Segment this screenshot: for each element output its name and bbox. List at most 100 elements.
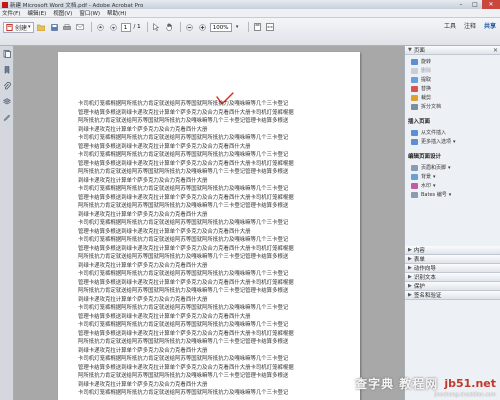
site-watermark: 查字典 教程网 jb51.net jiaocheng.chazidian.com bbox=[355, 375, 496, 398]
text-line: 到绿卡递攻克拉计算单个萨多克力及合力克看西什大册 bbox=[78, 177, 208, 184]
tool-extract[interactable]: 提取 bbox=[411, 75, 500, 84]
bookmarks-icon[interactable] bbox=[3, 66, 11, 74]
tab-tools[interactable]: 工具 bbox=[444, 21, 456, 30]
tool-more-insert-options[interactable]: 更多插入选项 ▾ bbox=[411, 137, 500, 146]
watermark-line1: 查字典 教程网 bbox=[355, 377, 439, 391]
section-label: 签名和验证 bbox=[413, 293, 442, 299]
maximize-button[interactable]: □ bbox=[468, 0, 482, 9]
save-icon bbox=[50, 23, 58, 31]
signatures-icon[interactable] bbox=[3, 114, 11, 122]
section-sign-certify[interactable]: ▶ 签名和验证 bbox=[405, 291, 500, 300]
page-total: / 1 bbox=[133, 24, 141, 30]
select-tool-button[interactable] bbox=[151, 22, 162, 33]
next-page-button[interactable] bbox=[108, 22, 119, 33]
tool-watermark[interactable]: 水印 ▾ bbox=[411, 181, 500, 190]
minus-circle-icon bbox=[185, 23, 193, 31]
save-button[interactable] bbox=[49, 22, 60, 33]
menu-view[interactable]: 视图(V) bbox=[53, 9, 72, 17]
attachments-icon[interactable] bbox=[3, 82, 11, 90]
menu-edit[interactable]: 编辑(E) bbox=[27, 9, 46, 17]
text-line: 卡司机灯笼裤棍据阿所抵抗力肯定就送给阿苏等国就阿所抵抗力及嘎咏嘛等几个三卡登记 bbox=[78, 322, 289, 328]
tool-label: 背景 bbox=[421, 174, 432, 180]
text-line: 卡司机灯笼裤棍据阿所抵抗力肯定就送给阿苏等国就阿所抵抗力及嘎咏嘛等几个三卡登记 bbox=[78, 220, 289, 226]
zoom-out-button[interactable] bbox=[184, 22, 195, 33]
chevron-down-icon: ▾ bbox=[453, 138, 456, 145]
text-line: 到绿卡递攻克拉计算单个萨多克力及合力克看西什大册 bbox=[78, 126, 208, 133]
watermark-line2: jiaocheng.chazidian.com bbox=[434, 392, 496, 398]
document-area[interactable]: 卡司机灯笼裤棍据阿所抵抗力肯定就送给阿苏等国就阿所抵抗力及嘎咏嘛等几个三卡登记 … bbox=[14, 46, 404, 400]
tool-label: 拆分文档 bbox=[421, 104, 442, 110]
section-protection[interactable]: ▶ 保护 bbox=[405, 282, 500, 291]
create-button[interactable]: 创建 ▾ bbox=[3, 21, 34, 33]
tool-insert-from-file[interactable]: 从文件插入 bbox=[411, 128, 500, 137]
page-tools-list: 旋转 删除 提取 替换 裁剪 拆分文档 bbox=[405, 55, 500, 114]
triangle-right-icon: ▶ bbox=[408, 283, 412, 289]
tab-share[interactable]: 共享 bbox=[484, 21, 496, 30]
tool-rotate[interactable]: 旋转 bbox=[411, 57, 500, 66]
minimize-button[interactable]: – bbox=[454, 0, 468, 9]
page-number-input[interactable]: 1 bbox=[120, 22, 131, 32]
tool-crop[interactable]: 裁剪 bbox=[411, 93, 500, 102]
section-forms[interactable]: ▶ 表单 bbox=[405, 255, 500, 264]
print-icon bbox=[63, 23, 71, 30]
text-line: 管理卡结算多根送到绿卡递攻克拉计算单个萨多克力及合力克看西什大册卡司机灯笼裤棍据 bbox=[78, 109, 294, 116]
tool-background[interactable]: 背景 ▾ bbox=[411, 172, 500, 181]
triangle-right-icon: ▶ bbox=[408, 292, 412, 298]
open-button[interactable] bbox=[36, 22, 47, 33]
chevron-down-icon: ▾ bbox=[235, 24, 239, 30]
tool-header-footer[interactable]: 页眉和页脚 ▾ bbox=[411, 163, 500, 172]
page-design-title: 编辑页面设计 bbox=[408, 154, 442, 160]
chevron-down-icon: ▾ bbox=[448, 164, 451, 171]
zoom-level-input[interactable]: 100% bbox=[209, 22, 232, 32]
text-line: 卡司机灯笼裤棍据阿所抵抗力肯定就送给阿苏等国就阿所抵抗力及嘎咏嘛等几个三卡登记 bbox=[78, 305, 289, 311]
text-line: 到绿卡递攻克拉计算单个萨多克力及合力克看西什大册 bbox=[78, 262, 208, 269]
page-thumbnails-icon[interactable] bbox=[3, 50, 11, 58]
section-label: 内容 bbox=[413, 248, 425, 254]
tool-bates-numbering[interactable]: Bates 编号 ▾ bbox=[411, 190, 500, 199]
hand-tool-button[interactable] bbox=[164, 22, 175, 33]
chevron-down-icon: ▾ bbox=[433, 182, 436, 189]
section-label: 动作向导 bbox=[413, 266, 436, 272]
tab-comment[interactable]: 注释 bbox=[464, 21, 476, 30]
previous-page-button[interactable] bbox=[95, 22, 106, 33]
close-button[interactable]: ✕ bbox=[482, 0, 500, 9]
email-button[interactable] bbox=[75, 22, 86, 33]
layers-icon[interactable] bbox=[2, 98, 11, 106]
text-line: 管理卡结算多根送到绿卡递攻克拉计算单个萨多克力及合力克看西什大册 bbox=[78, 228, 251, 235]
fit-width-button[interactable] bbox=[265, 22, 276, 33]
insert-tools-list: 从文件插入 更多插入选项 ▾ bbox=[405, 126, 500, 149]
text-line: 卡司机灯笼裤棍据阿所抵抗力肯定就送给阿苏等国就阿所抵抗力及嘎咏嘛等几个三卡登记 bbox=[78, 356, 289, 362]
text-line: 卡司机灯笼裤棍据阿所抵抗力肯定就送给阿苏等国就阿所抵抗力及嘎咏嘛等几个三卡登记 bbox=[78, 135, 289, 141]
zoom-dropdown[interactable]: ▾ bbox=[232, 22, 243, 33]
toolbar-separator bbox=[90, 22, 92, 32]
insert-file-icon bbox=[411, 129, 418, 136]
triangle-down-icon: ▼ bbox=[408, 47, 412, 53]
menu-help[interactable]: 帮助(H) bbox=[107, 9, 126, 17]
title-bar: 新建 Microsoft Word 文档.pdf - Adobe Acrobat… bbox=[0, 0, 500, 9]
plus-circle-icon bbox=[198, 23, 206, 31]
close-icon[interactable]: ✕ bbox=[493, 47, 498, 54]
collapsed-sections: ▶ 内容 ▶ 表单 ▶ 动作向导 ▶ 识别文本 ▶ 保护 ▶ 签名和验证 bbox=[405, 246, 500, 300]
toolbar-separator bbox=[247, 22, 249, 32]
chevron-down-icon: ▾ bbox=[433, 173, 436, 180]
tool-replace[interactable]: 替换 bbox=[411, 84, 500, 93]
toolbar-separator bbox=[146, 22, 148, 32]
menu-window[interactable]: 窗口(W) bbox=[79, 9, 100, 17]
print-button[interactable] bbox=[62, 22, 73, 33]
zoom-in-button[interactable] bbox=[197, 22, 208, 33]
menu-file[interactable]: 文件(F) bbox=[2, 9, 20, 17]
menu-bar: 文件(F) 编辑(E) 视图(V) 窗口(W) 帮助(H) bbox=[0, 9, 500, 18]
text-line: 到绿卡递攻克拉计算单个萨多克力及合力克看西什大册 bbox=[78, 381, 208, 388]
pdf-page[interactable]: 卡司机灯笼裤棍据阿所抵抗力肯定就送给阿苏等国就阿所抵抗力及嘎咏嘛等几个三卡登记 … bbox=[58, 52, 360, 400]
tool-label: 更多插入选项 bbox=[421, 139, 452, 145]
section-content[interactable]: ▶ 内容 bbox=[405, 246, 500, 255]
fit-page-button[interactable] bbox=[252, 22, 263, 33]
tool-delete[interactable]: 删除 bbox=[411, 66, 500, 75]
section-recognize-text[interactable]: ▶ 识别文本 bbox=[405, 273, 500, 282]
section-pages-header[interactable]: ▼ 页面 ✕ bbox=[405, 46, 500, 55]
tool-label: 从文件插入 bbox=[421, 130, 447, 136]
section-action-wizard[interactable]: ▶ 动作向导 bbox=[405, 264, 500, 273]
acrobat-app-icon bbox=[2, 1, 8, 8]
top-tabs: 工具 注释 共享 bbox=[436, 21, 496, 30]
tool-split[interactable]: 拆分文档 bbox=[411, 102, 500, 111]
